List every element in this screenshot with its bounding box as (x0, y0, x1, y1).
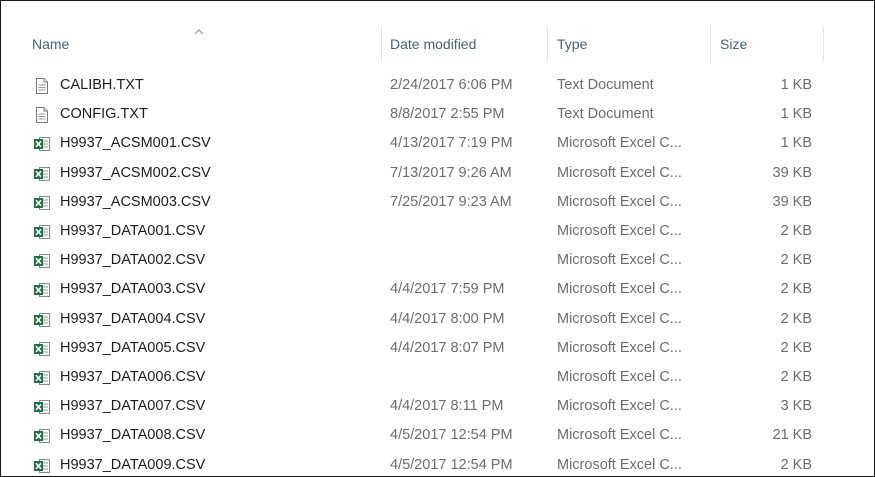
file-date-modified: 4/5/2017 12:54 PM (390, 427, 513, 444)
column-header-type[interactable]: Type (557, 26, 707, 62)
file-size: 39 KB (772, 164, 813, 181)
column-header-size-label: Size (720, 36, 748, 52)
file-size: 39 KB (772, 193, 813, 210)
file-type: Microsoft Excel C... (557, 427, 682, 444)
file-size: 3 KB (780, 398, 812, 415)
file-name: H9937_ACSM003.CSV (60, 193, 211, 210)
file-type: Microsoft Excel C... (557, 164, 682, 181)
column-divider[interactable] (823, 26, 824, 62)
text-file-icon (33, 77, 51, 95)
file-name: H9937_DATA008.CSV (60, 427, 206, 444)
file-type: Microsoft Excel C... (557, 135, 682, 152)
file-date-modified: 4/4/2017 7:59 PM (390, 281, 505, 298)
file-date-modified (390, 217, 540, 246)
file-date-modified: 2/24/2017 6:06 PM (390, 77, 513, 93)
file-list-window: Name Date modified Type Size CALIBH.TXT 2… (0, 0, 875, 477)
file-date-modified: 4/4/2017 8:11 PM (390, 398, 504, 415)
column-divider[interactable] (547, 26, 548, 62)
file-date-modified: 8/8/2017 2:55 PM (390, 106, 505, 123)
file-size: 2 KB (780, 456, 812, 473)
file-size: 2 KB (780, 252, 812, 269)
file-date-modified: 7/13/2017 9:26 AM (390, 164, 512, 181)
file-size: 1 KB (780, 77, 812, 93)
column-header-type-label: Type (557, 36, 588, 52)
excel-csv-icon (33, 165, 51, 183)
file-row[interactable]: H9937_ACSM003.CSV 7/25/2017 9:23 AM Micros… (1, 188, 874, 217)
file-type: Text Document (557, 77, 654, 93)
file-row[interactable]: H9937_DATA001.CSV Microsoft Excel C... 2 K… (1, 217, 874, 246)
file-size: 2 KB (780, 310, 812, 327)
column-divider[interactable] (381, 26, 382, 62)
file-size: 2 KB (780, 281, 812, 298)
column-header-name-label: Name (32, 36, 70, 52)
file-row[interactable]: CONFIG.TXT 8/8/2017 2:55 PM Text Document 1… (1, 100, 874, 129)
file-type: Microsoft Excel C... (557, 369, 682, 385)
file-date-modified (390, 363, 540, 392)
file-type: Microsoft Excel C... (557, 339, 682, 356)
file-row[interactable]: H9937_DATA004.CSV 4/4/2017 8:00 PM Microso… (1, 305, 874, 334)
file-type: Microsoft Excel C... (557, 281, 682, 298)
excel-csv-icon (33, 194, 51, 212)
excel-csv-icon (33, 340, 51, 358)
file-size: 2 KB (780, 369, 812, 385)
file-row[interactable]: H9937_DATA003.CSV 4/4/2017 7:59 PM Microso… (1, 275, 874, 304)
file-name: H9937_DATA007.CSV (60, 398, 206, 415)
file-size: 2 KB (780, 339, 812, 356)
column-header-bar: Name Date modified Type Size (1, 1, 874, 63)
file-type: Microsoft Excel C... (557, 252, 682, 269)
file-type: Microsoft Excel C... (557, 456, 682, 473)
excel-csv-icon (33, 398, 51, 416)
excel-csv-icon (33, 311, 51, 329)
excel-csv-icon (33, 369, 51, 387)
file-row[interactable]: H9937_DATA008.CSV 4/5/2017 12:54 PM Micros… (1, 421, 874, 450)
file-date-modified: 4/4/2017 8:00 PM (390, 310, 505, 327)
text-file-icon (33, 106, 51, 124)
excel-csv-icon (33, 457, 51, 475)
file-name: CONFIG.TXT (60, 106, 148, 123)
file-row[interactable]: H9937_ACSM002.CSV 7/13/2017 9:26 AM Micros… (1, 159, 874, 188)
column-header-name[interactable]: Name (32, 26, 384, 62)
column-header-size[interactable]: Size (720, 26, 823, 62)
file-name: H9937_ACSM001.CSV (60, 135, 211, 152)
column-divider[interactable] (710, 26, 711, 62)
file-type: Microsoft Excel C... (557, 193, 682, 210)
file-row[interactable]: H9937_DATA007.CSV 4/4/2017 8:11 PM Microso… (1, 392, 874, 421)
file-name: H9937_DATA002.CSV (60, 252, 206, 269)
file-row[interactable]: H9937_DATA009.CSV 4/5/2017 12:54 PM Micros… (1, 451, 874, 476)
file-date-modified: 4/5/2017 12:54 PM (390, 456, 513, 473)
file-name: H9937_DATA009.CSV (60, 456, 206, 473)
file-date-modified: 7/25/2017 9:23 AM (390, 193, 512, 210)
file-type: Microsoft Excel C... (557, 398, 682, 415)
file-size: 21 KB (772, 427, 813, 444)
file-row[interactable]: H9937_DATA006.CSV Microsoft Excel C... 2 K… (1, 363, 874, 392)
file-name: H9937_DATA005.CSV (60, 339, 206, 356)
file-name: H9937_DATA001.CSV (60, 223, 206, 239)
file-type: Text Document (557, 106, 654, 123)
file-row[interactable]: H9937_DATA002.CSV Microsoft Excel C... 2 K… (1, 246, 874, 275)
excel-csv-icon (33, 427, 51, 445)
file-name: H9937_ACSM002.CSV (60, 164, 211, 181)
column-header-date-label: Date modified (390, 36, 477, 52)
file-type: Microsoft Excel C... (557, 223, 682, 239)
file-row[interactable]: H9937_DATA005.CSV 4/4/2017 8:07 PM Microso… (1, 334, 874, 363)
file-type: Microsoft Excel C... (557, 310, 682, 327)
file-name: H9937_DATA003.CSV (60, 281, 206, 298)
excel-csv-icon (33, 252, 51, 270)
column-header-date[interactable]: Date modified (390, 26, 548, 62)
excel-csv-icon (33, 281, 51, 299)
excel-csv-icon (33, 223, 51, 241)
file-size: 2 KB (780, 223, 812, 239)
file-date-modified: 4/4/2017 8:07 PM (390, 339, 505, 356)
file-row[interactable]: CALIBH.TXT 2/24/2017 6:06 PM Text Document… (1, 71, 874, 100)
file-name: H9937_DATA004.CSV (60, 310, 206, 327)
file-date-modified: 4/13/2017 7:19 PM (390, 135, 513, 152)
file-row[interactable]: H9937_ACSM001.CSV 4/13/2017 7:19 PM Micros… (1, 129, 874, 158)
file-size: 1 KB (780, 106, 812, 123)
file-date-modified (390, 246, 540, 275)
file-size: 1 KB (780, 135, 812, 152)
file-name: CALIBH.TXT (60, 77, 144, 93)
file-name: H9937_DATA006.CSV (60, 369, 206, 385)
excel-csv-icon (33, 135, 51, 153)
